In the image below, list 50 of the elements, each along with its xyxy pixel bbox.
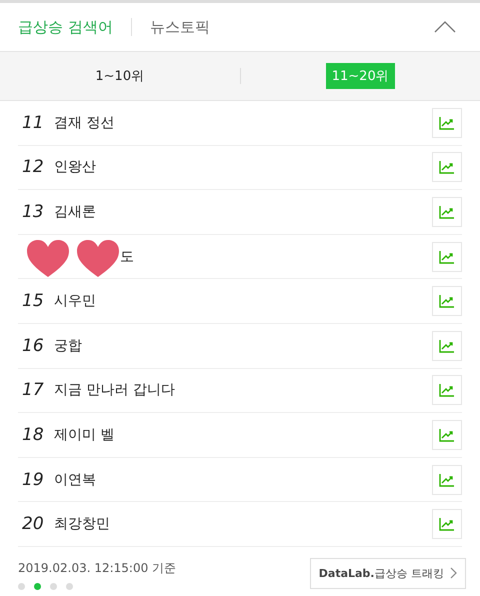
page-dot[interactable]: [66, 582, 73, 590]
trend-chart-button[interactable]: [432, 464, 462, 495]
trend-chart-button[interactable]: [432, 509, 462, 540]
trend-chart-button[interactable]: [432, 330, 462, 361]
page-dot[interactable]: [50, 582, 57, 590]
section-tab[interactable]: 뉴스토픽: [150, 18, 210, 36]
trend-chart-icon: [439, 472, 455, 487]
keyword-link[interactable]: 지금 만나러 갑니다: [54, 381, 175, 400]
rank-number: 19: [22, 470, 45, 490]
trend-chart-icon: [439, 383, 455, 398]
trend-chart-icon: [439, 338, 455, 353]
datalab-button[interactable]: DataLab.급상승 트래킹: [310, 558, 466, 589]
trend-chart-button[interactable]: [432, 242, 462, 272]
trend-chart-button[interactable]: [432, 152, 462, 182]
keyword-link[interactable]: 도: [120, 248, 134, 266]
keyword-link[interactable]: 제이미 벨: [54, 426, 114, 444]
page-dot[interactable]: [34, 582, 41, 590]
rank-number: 16: [22, 336, 45, 356]
trend-chart-button[interactable]: [432, 375, 462, 406]
trend-chart-icon: [439, 517, 455, 532]
rank-number: 20: [22, 514, 45, 534]
rank-number: 12: [22, 157, 45, 178]
trend-chart-icon: [439, 250, 455, 264]
range-tab[interactable]: 1~10위: [89, 63, 150, 89]
trend-chart-icon: [439, 428, 455, 442]
rank-number: 11: [22, 112, 45, 133]
rank-number: 15: [22, 291, 45, 312]
trend-chart-icon: [439, 204, 455, 219]
trend-chart-icon: [439, 116, 455, 130]
collapse-icon[interactable]: [434, 21, 456, 33]
keyword-link[interactable]: 인왕산: [54, 158, 96, 176]
page-dot[interactable]: [18, 582, 25, 590]
trend-chart-button[interactable]: [432, 286, 462, 316]
timestamp: 2019.02.03. 12:15:00 기준: [18, 560, 176, 575]
keyword-link[interactable]: 겸재 정선: [54, 114, 114, 132]
rank-number: 17: [22, 380, 45, 400]
chevron-right-icon: [450, 567, 457, 580]
rank-number: 13: [22, 202, 45, 222]
trend-chart-icon: [439, 294, 455, 308]
keyword-link[interactable]: 이연복: [54, 470, 96, 489]
rank-number: 18: [22, 424, 45, 445]
keyword-link[interactable]: 김새론: [54, 202, 96, 221]
trend-chart-button[interactable]: [432, 196, 462, 227]
trend-chart-button[interactable]: [432, 420, 462, 450]
heart-sticker-icon: [76, 238, 120, 279]
trend-chart-button[interactable]: [432, 108, 462, 138]
trend-chart-icon: [439, 160, 455, 174]
keyword-link[interactable]: 최강창민: [54, 515, 110, 534]
keyword-link[interactable]: 시우민: [54, 292, 96, 310]
keyword-link[interactable]: 궁합: [54, 336, 82, 355]
